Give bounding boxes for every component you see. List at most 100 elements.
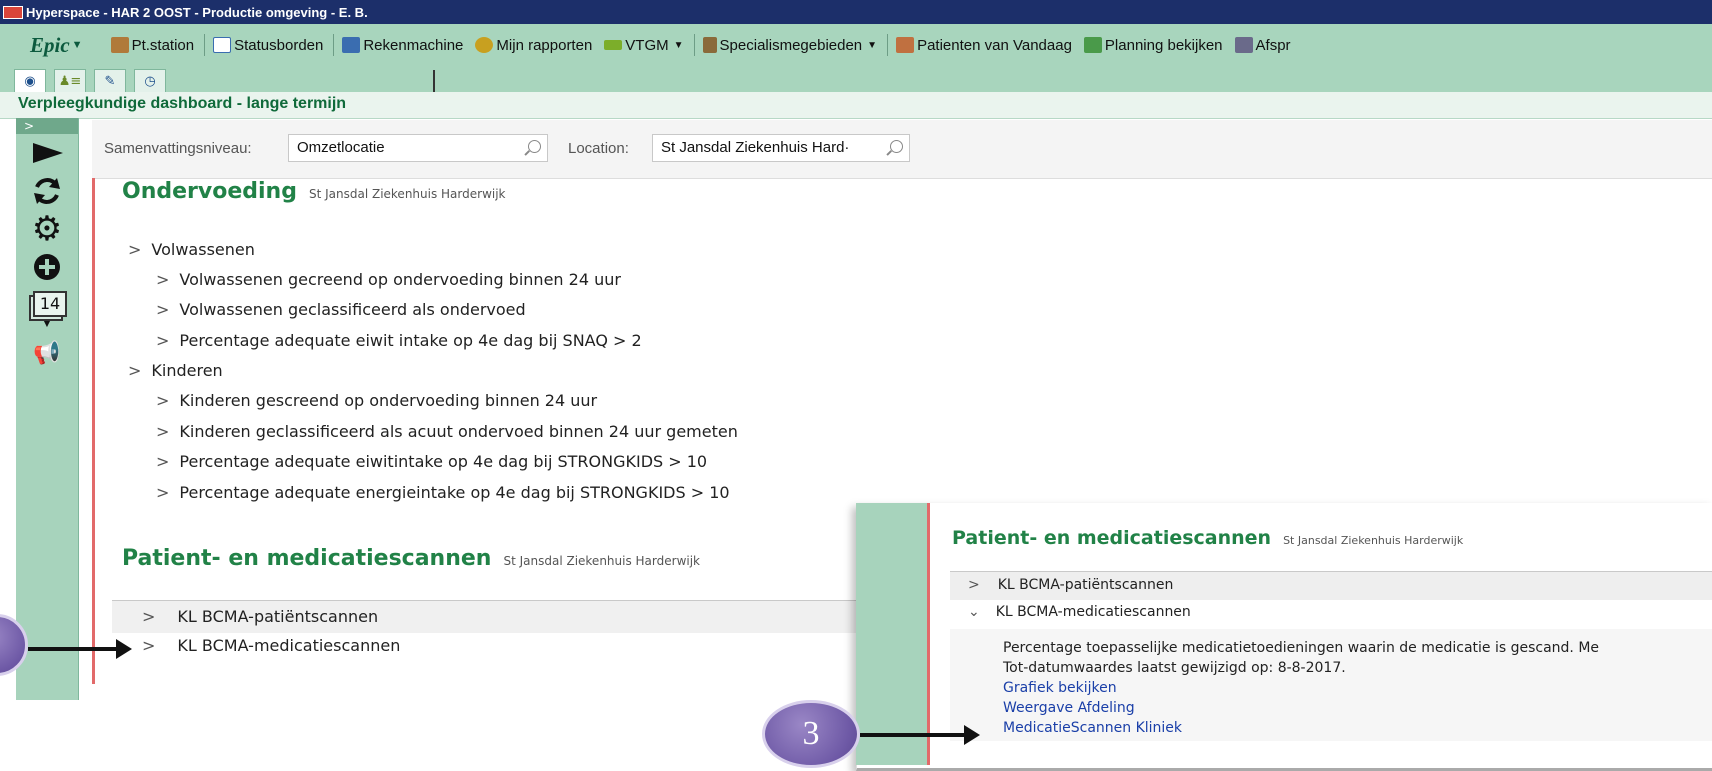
megaphone-icon[interactable]: 📢 [16,334,78,372]
toolbar-vtgm-label: VTGM [625,36,669,54]
metric-label: Volwassenen gecreend op ondervoeding bin… [179,270,621,289]
toolbar-ptstation-button[interactable]: Pt.station [110,36,195,54]
tab-dashboard[interactable]: ◉ [14,69,46,92]
chevron-right-icon: > [142,607,156,626]
metric-row[interactable]: > Percentage adequate energieintake op 4e… [156,483,730,502]
link-grafiek-bekijken[interactable]: Grafiek bekijken [1003,680,1117,696]
inset-subtitle: St Jansdal Ziekenhuis Harderwijk [1283,534,1464,547]
toolbar-separator [333,34,335,56]
scannen-title: Patient- en medicatiescannen St Jansdal Z… [122,546,700,571]
chevron-right-icon: > [156,422,170,441]
list-item-label: KL BCMA-patiëntscannen [177,607,379,626]
play-icon[interactable] [16,134,78,172]
metric-row[interactable]: > Percentage adequate eiwit intake op 4e … [156,331,642,350]
search-icon[interactable] [890,140,903,153]
toolbar-separator [204,34,206,56]
tab-notes[interactable]: ✎ [94,69,126,92]
summary-level-label: Samenvattingsniveau: [104,140,252,157]
list-item[interactable]: > KL BCMA-medicatiescannen [112,632,857,662]
chevron-down-icon: ▼ [673,39,684,51]
dashboard-title: Verpleegkundige dashboard - lange termij… [18,95,347,112]
callout-circle-3: 3 [762,700,860,768]
toolbar-rekenmachine-button[interactable]: Rekenmachine [342,37,463,54]
metric-row[interactable]: > Kinderen geclassificeerd als acuut onde… [156,422,738,441]
list-item-label: KL BCMA-medicatiescannen [177,636,401,655]
group-label: Kinderen [151,361,223,380]
toolbar-afspr-button[interactable]: Afspr [1234,37,1291,54]
add-icon[interactable] [16,248,78,286]
metric-label: Percentage adequate eiwitintake op 4e da… [179,452,708,471]
specialism-icon [702,37,717,53]
toolbar-separator [887,34,889,56]
search-icon[interactable] [528,140,541,153]
chevron-down-icon: ⌄ [968,604,980,620]
inset-sidebar-strip [856,503,927,765]
group-volwassenen[interactable]: > Volwassenen [128,240,255,259]
tab-schedule[interactable]: ◷ [134,69,166,92]
toolbar-planning-bekijken-label: Planning bekijken [1104,36,1223,54]
link-medicatiescannen-kliniek[interactable]: MedicatieScannen Kliniek [1003,720,1182,736]
chevron-down-icon: ▼ [867,39,878,51]
chevron-right-icon: > [128,361,142,380]
scannen-subtitle: St Jansdal Ziekenhuis Harderwijk [503,554,700,568]
location-field[interactable]: St Jansdal Ziekenhuis Hard· [652,134,910,162]
window-title: Hyperspace - HAR 2 OOST - Productie omge… [26,4,368,20]
metric-row[interactable]: > Volwassenen geclassificeerd als ondervo… [156,300,526,319]
activity-tabs: ◉ ♟≡ ✎ ◷ [0,66,1712,92]
chevron-down-icon[interactable]: ▼ [72,39,83,51]
window-title-bar: Hyperspace - HAR 2 OOST - Productie omge… [0,0,1712,24]
callout-arrow [28,639,132,659]
metric-row[interactable]: > Percentage adequate eiwitintake op 4e d… [156,452,707,471]
chevron-right-icon: > [156,331,170,350]
chevron-right-icon: > [156,483,170,502]
inset-accent-line [927,503,930,765]
summary-level-field[interactable]: Omzetlocatie [288,134,548,162]
inset-heading: Patient- en medicatiescannen [952,527,1272,549]
callout-number: 3 [802,715,820,752]
toolbar-statusborden-label: Statusborden [234,36,324,54]
summary-level-value: Omzetlocatie [297,139,385,156]
notification-count: 14 [33,291,67,317]
toolbar-planning-bekijken-button[interactable]: Planning bekijken [1083,36,1223,54]
epic-menu-button[interactable]: Epic [30,33,70,58]
expand-sidebar-button[interactable]: > [16,118,78,134]
toolbar-ptstation-label: Pt.station [131,36,195,54]
list-item-expanded[interactable]: ⌄ KL BCMA-medicatiescannen [950,599,1712,627]
ondervoeding-title: Ondervoeding St Jansdal Ziekenhuis Harder… [122,179,506,204]
toolbar-mijn-rapporten-button[interactable]: Mijn rapporten [475,37,592,54]
ondervoeding-heading: Ondervoeding [122,179,297,204]
list-item[interactable]: > KL BCMA-patiëntscannen [950,571,1712,600]
person-list-icon: ♟≡ [58,73,82,89]
chevron-right-icon: > [156,391,170,410]
metric-row[interactable]: > Kinderen gescreend op ondervoeding binn… [156,391,597,410]
toolbar-vtgm-button[interactable]: VTGM ▼ [604,36,684,54]
chevron-right-icon: > [142,636,156,655]
detail-date-note: Tot-datumwaardes laatst gewijzigd op: 8-… [1003,660,1346,676]
metric-label: Volwassenen geclassificeerd als ondervoe… [179,300,526,319]
hyperspace-app-icon [3,5,23,19]
toolbar-patienten-van-vandaag-button[interactable]: Patienten van Vandaag [896,37,1072,54]
dashboard-icon: ◉ [24,73,36,89]
toolbar-specialismegebieden-button[interactable]: Specialismegebieden ▼ [702,37,878,54]
gear-icon[interactable]: ⚙ [16,210,78,248]
list-item[interactable]: > KL BCMA-patiëntscannen [112,600,857,633]
toolbar-separator [693,34,695,56]
metric-label: Percentage adequate eiwit intake op 4e d… [179,331,642,350]
toolbar-rekenmachine-label: Rekenmachine [363,36,464,54]
toolbar-statusborden-button[interactable]: Statusborden [213,37,323,54]
metric-label: Kinderen gescreend op ondervoeding binne… [179,391,598,410]
refresh-icon[interactable] [16,172,78,210]
station-icon [110,37,129,53]
patients-icon [896,37,915,53]
filter-bar: Samenvattingsniveau: Omzetlocatie Locati… [92,120,1712,179]
dashboard-sidebar: > ⚙ 14 ▼ 📢 [16,118,79,700]
reports-icon [475,37,494,53]
notification-stack-icon[interactable]: 14 ▼ [16,286,78,334]
tab-patient-list[interactable]: ♟≡ [54,69,86,92]
link-weergave-afdeling[interactable]: Weergave Afdeling [1003,700,1135,716]
callout-arrow [860,725,980,745]
notes-icon: ✎ [104,73,116,89]
metric-row[interactable]: > Volwassenen gecreend op ondervoeding bi… [156,270,621,289]
board-icon [213,37,232,53]
group-kinderen[interactable]: > Kinderen [128,361,223,380]
